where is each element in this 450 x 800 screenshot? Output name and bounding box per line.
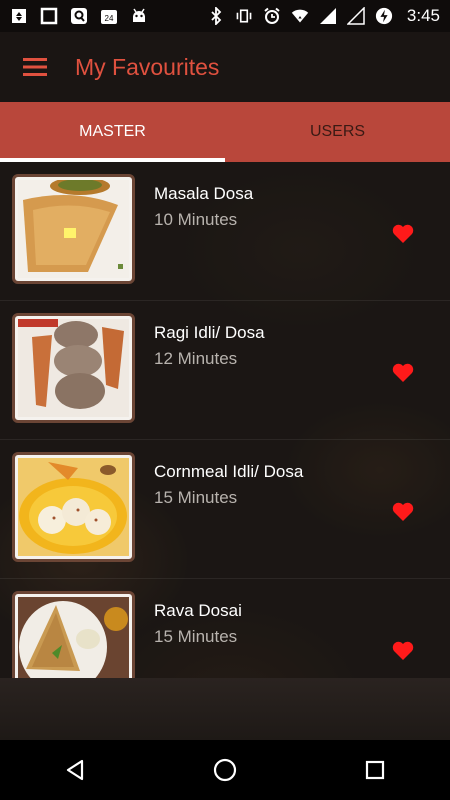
recipe-time: 10 Minutes [154, 210, 238, 229]
tab-bar: MASTER USERS [0, 102, 450, 162]
cell-signal-icon [319, 7, 337, 25]
hamburger-icon [23, 58, 47, 76]
heart-icon[interactable] [392, 502, 414, 522]
vibrate-icon [235, 7, 253, 25]
list-item[interactable]: Cornmeal Idli/ Dosa 15 Minutes [0, 440, 450, 579]
search-notification-icon [70, 7, 88, 25]
no-sim-signal-icon [346, 7, 365, 25]
recipe-time: 12 Minutes [154, 349, 238, 368]
heart-icon[interactable] [392, 641, 414, 661]
android-debug-icon [130, 7, 148, 25]
recipe-name: Cornmeal Idli/ Dosa [154, 462, 304, 481]
recipe-name: Masala Dosa [154, 184, 254, 203]
back-triangle-icon [66, 759, 84, 781]
heart-icon[interactable] [392, 224, 414, 244]
system-nav-bar [0, 740, 450, 800]
recipe-time: 15 Minutes [154, 488, 238, 507]
list-item[interactable]: Masala Dosa 10 Minutes [0, 162, 450, 301]
menu-button[interactable] [0, 32, 70, 102]
sync-icon [10, 7, 28, 25]
home-button[interactable] [195, 740, 255, 800]
status-clock: 3:45 [406, 6, 440, 25]
recents-button[interactable] [345, 740, 405, 800]
status-bar: 24 3:45 [0, 0, 450, 32]
list-bottom-fade [0, 678, 450, 740]
app-bar: My Favourites [0, 32, 450, 102]
recipe-thumbnail [12, 591, 135, 678]
recipe-name: Rava Dosai [154, 601, 242, 620]
recipe-thumbnail [12, 174, 135, 284]
back-button[interactable] [45, 740, 105, 800]
tab-users[interactable]: USERS [225, 102, 450, 162]
list-item[interactable]: Ragi Idli/ Dosa 12 Minutes [0, 301, 450, 440]
page-title: My Favourites [75, 53, 220, 80]
recents-square-icon [365, 760, 385, 780]
home-circle-icon [213, 758, 237, 782]
recipe-thumbnail [12, 313, 135, 423]
svg-text:24: 24 [105, 14, 114, 23]
recipe-name: Ragi Idli/ Dosa [154, 323, 265, 342]
list-item[interactable]: Rava Dosai 15 Minutes [0, 579, 450, 678]
tab-master[interactable]: MASTER [0, 102, 225, 162]
square-notification-icon [40, 7, 58, 25]
recipe-thumbnail [12, 452, 135, 562]
wifi-icon [291, 7, 309, 25]
bluetooth-icon [207, 7, 225, 25]
alarm-icon [263, 7, 281, 25]
calendar-icon: 24 [100, 7, 118, 25]
battery-charging-icon [375, 7, 393, 25]
favourites-list: Masala Dosa 10 Minutes Ragi Idli/ Dosa 1… [0, 162, 450, 678]
recipe-time: 15 Minutes [154, 627, 238, 646]
heart-icon[interactable] [392, 363, 414, 383]
